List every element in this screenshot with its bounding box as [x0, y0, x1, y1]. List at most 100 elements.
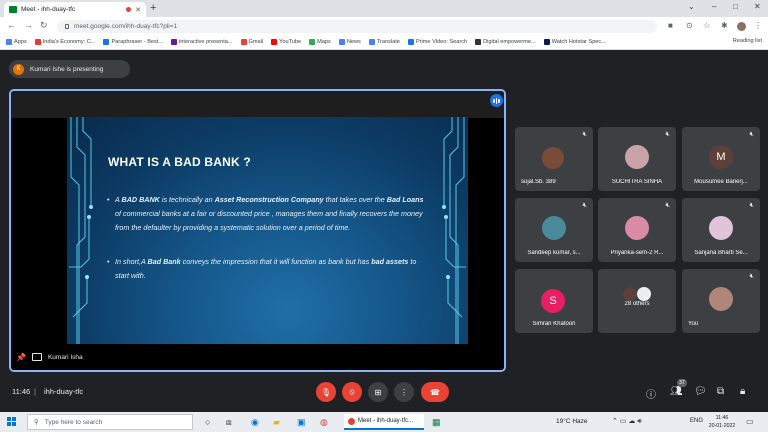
host-controls-icon[interactable]: 🔒︎ [740, 386, 745, 397]
avatar [625, 145, 649, 169]
participant-name: SUCHITRA SINHA [611, 179, 663, 185]
profile-avatar[interactable] [737, 22, 746, 31]
lock-icon [65, 24, 69, 29]
back-icon[interactable]: ← [7, 20, 16, 30]
cortana-icon[interactable]: ○ [205, 417, 210, 427]
url-text: meet.google.com/ihh-duay-tfc?pli=1 [74, 23, 178, 30]
participant-tile-self[interactable]: 🔇︎ You [682, 269, 760, 333]
bookmark-item[interactable]: Gmail [240, 39, 263, 45]
prime-video-icon [407, 39, 414, 45]
apps-grid-icon [6, 39, 12, 45]
mic-off-icon: 🔇︎ [665, 202, 670, 209]
taskbar-clock[interactable]: 11:46 20-01-2022 [704, 414, 740, 430]
pin-icon[interactable]: 📌 [16, 353, 26, 362]
phone-hangup-icon: ☎ [430, 387, 440, 397]
url-field[interactable]: meet.google.com/ihh-duay-tfc?pli=1 [57, 20, 657, 33]
tab-search-icon[interactable]: ⌄ [688, 2, 695, 11]
store-icon[interactable]: ▣ [297, 417, 306, 428]
reload-icon[interactable]: ↻ [40, 20, 48, 31]
presenter-avatar: K [13, 63, 24, 75]
activities-icon[interactable]: ⧉ [717, 386, 724, 397]
reading-list-button[interactable]: Reading list [733, 38, 762, 44]
participant-tile[interactable]: 🔇︎ sujal.Sb. 389 [515, 127, 593, 191]
bookmark-item[interactable]: Paraphraser - Best... [103, 39, 163, 45]
slide-bullet-2: • In short,A Bad Bank conveys the impres… [107, 257, 417, 280]
notification-icon[interactable]: ▭ [746, 417, 754, 426]
bookmark-item[interactable]: Prime Video: Search [407, 39, 467, 45]
people-icon[interactable]: 👥︎ [670, 386, 683, 397]
excel-icon[interactable]: ▦ [432, 417, 441, 428]
new-tab-button[interactable]: + [150, 2, 156, 14]
meeting-time: 11:46 [12, 387, 31, 396]
presenter-name: Kumari Isha [47, 353, 83, 361]
weather-widget[interactable]: 19°C Haze [556, 418, 588, 425]
camera-icon[interactable]: ■ [668, 21, 673, 30]
participant-tile[interactable]: 🔇︎ M Mousumee Banerj... [682, 127, 760, 191]
screen-share-icon [31, 353, 42, 361]
mic-off-icon: 🔇︎ [582, 131, 587, 138]
browser-tab-bar: Meet - ihh-duay-tfc ✕ + ⌄ – □ ✕ [0, 0, 768, 17]
avatar [637, 287, 651, 301]
tab-close-icon[interactable]: ✕ [135, 6, 141, 14]
present-button[interactable]: ⊞ [368, 382, 388, 402]
participant-tile[interactable]: 🔇︎ Sanjana Bharti Se... [682, 198, 760, 262]
tray-icons[interactable]: ⌃ ▭ ☁ 🔊︎ [612, 417, 642, 426]
more-options-button[interactable]: ⋮ [394, 382, 414, 402]
info-icon[interactable]: ⓘ [646, 386, 656, 401]
maximize-button[interactable]: □ [733, 2, 738, 11]
people-count-badge: 37 [677, 379, 687, 387]
bookmark-item[interactable]: interactive presenta... [171, 39, 233, 45]
chat-icon[interactable]: 💬︎ [694, 386, 707, 397]
close-window-button[interactable]: ✕ [754, 2, 761, 11]
bookmark-item[interactable]: Watch Hotstar Spec... [543, 39, 606, 45]
meet-favicon-icon [9, 6, 17, 13]
participant-name: Mousumee Banerj... [694, 179, 748, 185]
participant-tile[interactable]: 🔇︎ Priyanka-sem-2 R... [598, 198, 676, 262]
bookmark-item[interactable]: Digital empowerme... [475, 39, 536, 45]
camera-off-icon: ⦸ [349, 387, 355, 396]
task-view-icon[interactable]: ⧈ [226, 417, 232, 428]
bookmark-item[interactable]: News [338, 39, 361, 45]
minimize-button[interactable]: – [712, 2, 716, 11]
language-indicator[interactable]: ENG [690, 418, 703, 424]
presentation-stage: WHAT IS A BAD BANK ? • A BAD BANK is tec… [9, 89, 506, 372]
stage-top-band [11, 91, 504, 118]
recording-dot-icon [126, 7, 132, 12]
browser-tab-meet[interactable]: Meet - ihh-duay-tfc ✕ [4, 2, 146, 17]
taskbar-search-box[interactable]: ⚲ Type here to search [27, 414, 193, 430]
more-vert-icon: ⋮ [400, 387, 408, 397]
chrome-icon[interactable]: ◍ [320, 417, 328, 428]
mic-off-icon: 🔇︎ [749, 131, 754, 138]
mic-toggle-button[interactable]: 🎙︎ [316, 382, 336, 402]
participant-name: Sanjana Bharti Se... [694, 250, 748, 256]
forward-icon[interactable]: → [24, 20, 33, 30]
meeting-code: ihh-duay-tfc [44, 387, 84, 396]
gmail-icon [240, 39, 247, 45]
bookmark-item[interactable]: Translate [368, 39, 400, 45]
avatar [709, 216, 733, 240]
share-icon[interactable]: ⊙ [686, 21, 693, 30]
bookmark-item[interactable]: India's Economy: C... [34, 39, 95, 45]
search-placeholder: Type here to search [44, 418, 103, 426]
participant-tile[interactable]: 🔇︎ SUCHITRA SINHA [598, 127, 676, 191]
windows-taskbar: ⚲ Type here to search ○ ⧈ ◉ ▰ ▣ ◍ Meet -… [0, 412, 768, 432]
windows-start-icon[interactable] [7, 417, 16, 426]
camera-toggle-button[interactable]: ⦸ [342, 382, 362, 402]
edge-icon[interactable]: ◉ [251, 417, 259, 428]
bookmark-star-icon[interactable]: ☆ [703, 21, 710, 30]
taskbar-meet-window[interactable]: Meet - ihh-duay-tfc... [344, 414, 424, 430]
slide-bullet-1: • A BAD BANK is technically an Asset Rec… [107, 195, 424, 232]
participant-tile[interactable]: 🔇︎ Sandeep kumar, s... [515, 198, 593, 262]
avatar [625, 216, 649, 240]
bookmark-item[interactable]: Maps [309, 39, 331, 45]
extensions-icon[interactable]: ✱ [721, 21, 728, 30]
bookmark-item[interactable]: Apps [6, 39, 27, 45]
participant-tile-others[interactable]: 28 others [598, 269, 676, 333]
leave-call-button[interactable]: ☎ [421, 382, 449, 402]
menu-icon[interactable]: ⋮ [754, 21, 762, 30]
search-icon: ⚲ [34, 419, 39, 426]
file-explorer-icon[interactable]: ▰ [273, 417, 280, 428]
participant-tile[interactable]: S Simran Khatoon [515, 269, 593, 333]
participant-name: Sandeep kumar, s... [527, 250, 581, 256]
bookmark-item[interactable]: YouTube [271, 39, 301, 45]
